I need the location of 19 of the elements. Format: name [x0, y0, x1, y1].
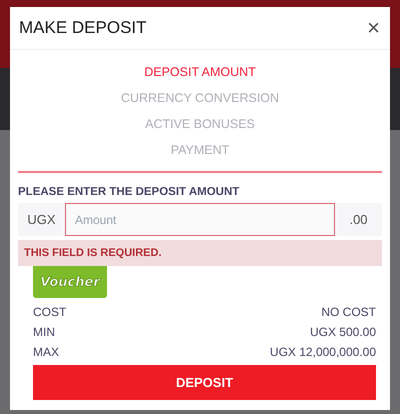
voucher-button[interactable]: Voucher	[33, 266, 107, 298]
deposit-button[interactable]: DEPOSIT	[33, 365, 376, 400]
currency-label: UGX	[26, 212, 57, 227]
limit-name: MAX	[33, 344, 60, 360]
limit-name: COST	[33, 304, 66, 320]
limit-value: UGX 12,000,000.00	[270, 344, 376, 360]
step-tab[interactable]: ACTIVE BONUSES	[145, 116, 255, 132]
limit-value: UGX 500.00	[310, 324, 376, 340]
step-tab[interactable]: PAYMENT	[170, 142, 230, 158]
step-tab[interactable]: DEPOSIT AMOUNT	[144, 64, 256, 80]
dialog-title: MAKE DEPOSIT	[19, 18, 147, 38]
limit-value: NO COST	[321, 304, 376, 320]
decimal-suffix: .00	[348, 212, 369, 227]
step-tab[interactable]: CURRENCY CONVERSION	[120, 90, 280, 106]
amount-field[interactable]: Amount	[65, 203, 335, 236]
error-message: THIS FIELD IS REQUIRED.	[18, 240, 382, 266]
limit-name: MIN	[33, 324, 55, 340]
field-label: PLEASE ENTER THE DEPOSIT AMOUNT	[18, 186, 240, 198]
close-button[interactable]: ×	[365, 17, 382, 39]
